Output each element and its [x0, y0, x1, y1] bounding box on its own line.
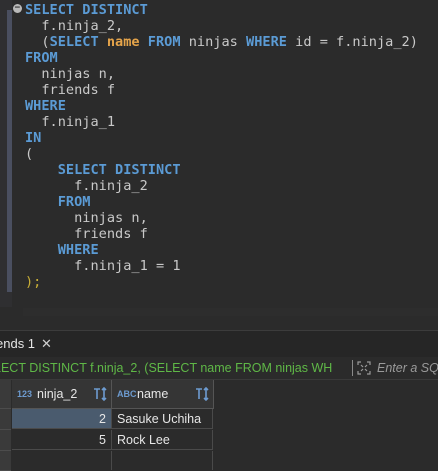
- code-line[interactable]: ninjas n,: [25, 210, 418, 226]
- editor-horizontal-scrollbar[interactable]: [23, 308, 438, 316]
- filter-input[interactable]: [377, 358, 438, 378]
- sql-editor[interactable]: − SELECT DISTINCT f.ninja_2, (SELECT nam…: [0, 0, 438, 307]
- code-token: IN: [25, 130, 42, 146]
- code-line[interactable]: friends f: [25, 82, 418, 98]
- empty-cell: [12, 451, 112, 470]
- code-token: f.ninja_1 =: [25, 258, 173, 274]
- code-line[interactable]: SELECT DISTINCT: [25, 2, 418, 18]
- tab-results-label: ends 1: [0, 336, 36, 351]
- empty-cell: [112, 451, 213, 470]
- results-tab-strip: ends 1 ✕: [0, 330, 438, 358]
- code-line[interactable]: IN: [25, 130, 418, 146]
- row-header-1[interactable]: [0, 409, 11, 430]
- code-line[interactable]: ninjas n,: [25, 66, 418, 82]
- code-line[interactable]: FROM: [25, 50, 418, 66]
- code-line[interactable]: SELECT DISTINCT: [25, 162, 418, 178]
- tab-results[interactable]: ends 1 ✕: [0, 331, 58, 357]
- code-token: id = f.ninja_2): [286, 34, 418, 50]
- code-token: f.ninja_2,: [25, 18, 124, 34]
- code-token: (: [25, 34, 50, 50]
- code-fold-bar: [7, 10, 12, 292]
- code-token: SELECT: [49, 34, 99, 50]
- code-line[interactable]: f.ninja_2,: [25, 18, 418, 34]
- code-token: SELECT DISTINCT: [57, 162, 181, 178]
- code-token: SELECT DISTINCT: [25, 2, 148, 18]
- code-line[interactable]: );: [25, 274, 418, 290]
- code-line[interactable]: friends f: [25, 226, 418, 242]
- code-line[interactable]: f.ninja_1: [25, 114, 418, 130]
- column-label: ninja_2: [37, 387, 78, 401]
- code-token: ninjas n,: [25, 210, 148, 226]
- text-type-icon: ABC: [117, 389, 137, 399]
- column-header-name[interactable]: ABC name: [112, 380, 214, 409]
- code-token: 1: [172, 258, 181, 274]
- code-token: WHERE: [246, 34, 287, 50]
- code-token: name: [106, 34, 140, 50]
- code-line[interactable]: (SELECT name FROM ninjas WHERE id = f.ni…: [25, 34, 418, 50]
- cell-name[interactable]: Sasuke Uchiha: [112, 409, 213, 429]
- code-token: f.ninja_1: [25, 114, 116, 130]
- column-label: name: [137, 387, 169, 401]
- code-line[interactable]: WHERE: [25, 98, 418, 114]
- column-header-ninja-2[interactable]: 123 ninja_2: [12, 380, 112, 409]
- code-line[interactable]: f.ninja_2: [25, 178, 418, 194]
- code-token: FROM: [147, 34, 181, 50]
- code-token: FROM: [25, 50, 58, 66]
- query-preview: LECT DISTINCT f.ninja_2, (SELECT name FR…: [0, 361, 333, 375]
- code-token: ninjas n,: [25, 66, 116, 82]
- sql-code[interactable]: SELECT DISTINCT f.ninja_2, (SELECT name …: [25, 2, 418, 290]
- code-token: ninjas: [180, 34, 247, 50]
- cell-ninja-2[interactable]: 2: [12, 409, 112, 429]
- code-line[interactable]: FROM: [25, 194, 418, 210]
- expand-icon[interactable]: [357, 361, 371, 375]
- filter-bar: LECT DISTINCT f.ninja_2, (SELECT name FR…: [0, 357, 438, 380]
- row-header-corner[interactable]: [0, 380, 11, 409]
- code-line[interactable]: WHERE: [25, 242, 418, 258]
- code-token: friends f: [25, 226, 148, 242]
- sort-filter-icon[interactable]: [92, 386, 108, 402]
- code-token: f.ninja_2: [25, 178, 148, 194]
- collapse-icon[interactable]: −: [13, 4, 22, 13]
- row-header-2[interactable]: [0, 430, 11, 451]
- code-line[interactable]: (: [25, 146, 418, 162]
- cell-name[interactable]: Rock Lee: [112, 430, 213, 450]
- close-icon[interactable]: ✕: [41, 331, 52, 357]
- code-token: friends f: [25, 82, 116, 98]
- code-token: FROM: [57, 194, 91, 210]
- sort-filter-icon[interactable]: [194, 386, 210, 402]
- code-token: (: [25, 146, 34, 162]
- results-grid: 123 ninja_2 ABC name 2 Sasuke Uchiha 5 R…: [0, 380, 438, 471]
- filter-divider: [352, 360, 353, 376]
- code-token: );: [25, 274, 42, 290]
- results-panel: ends 1 ✕ LECT DISTINCT f.ninja_2, (SELEC…: [0, 316, 438, 471]
- code-line[interactable]: f.ninja_1 = 1: [25, 258, 418, 274]
- row-header-empty: [0, 451, 11, 471]
- numeric-type-icon: 123: [17, 389, 33, 399]
- code-token: WHERE: [25, 98, 66, 114]
- cell-ninja-2[interactable]: 5: [12, 430, 112, 450]
- code-token: WHERE: [57, 242, 99, 258]
